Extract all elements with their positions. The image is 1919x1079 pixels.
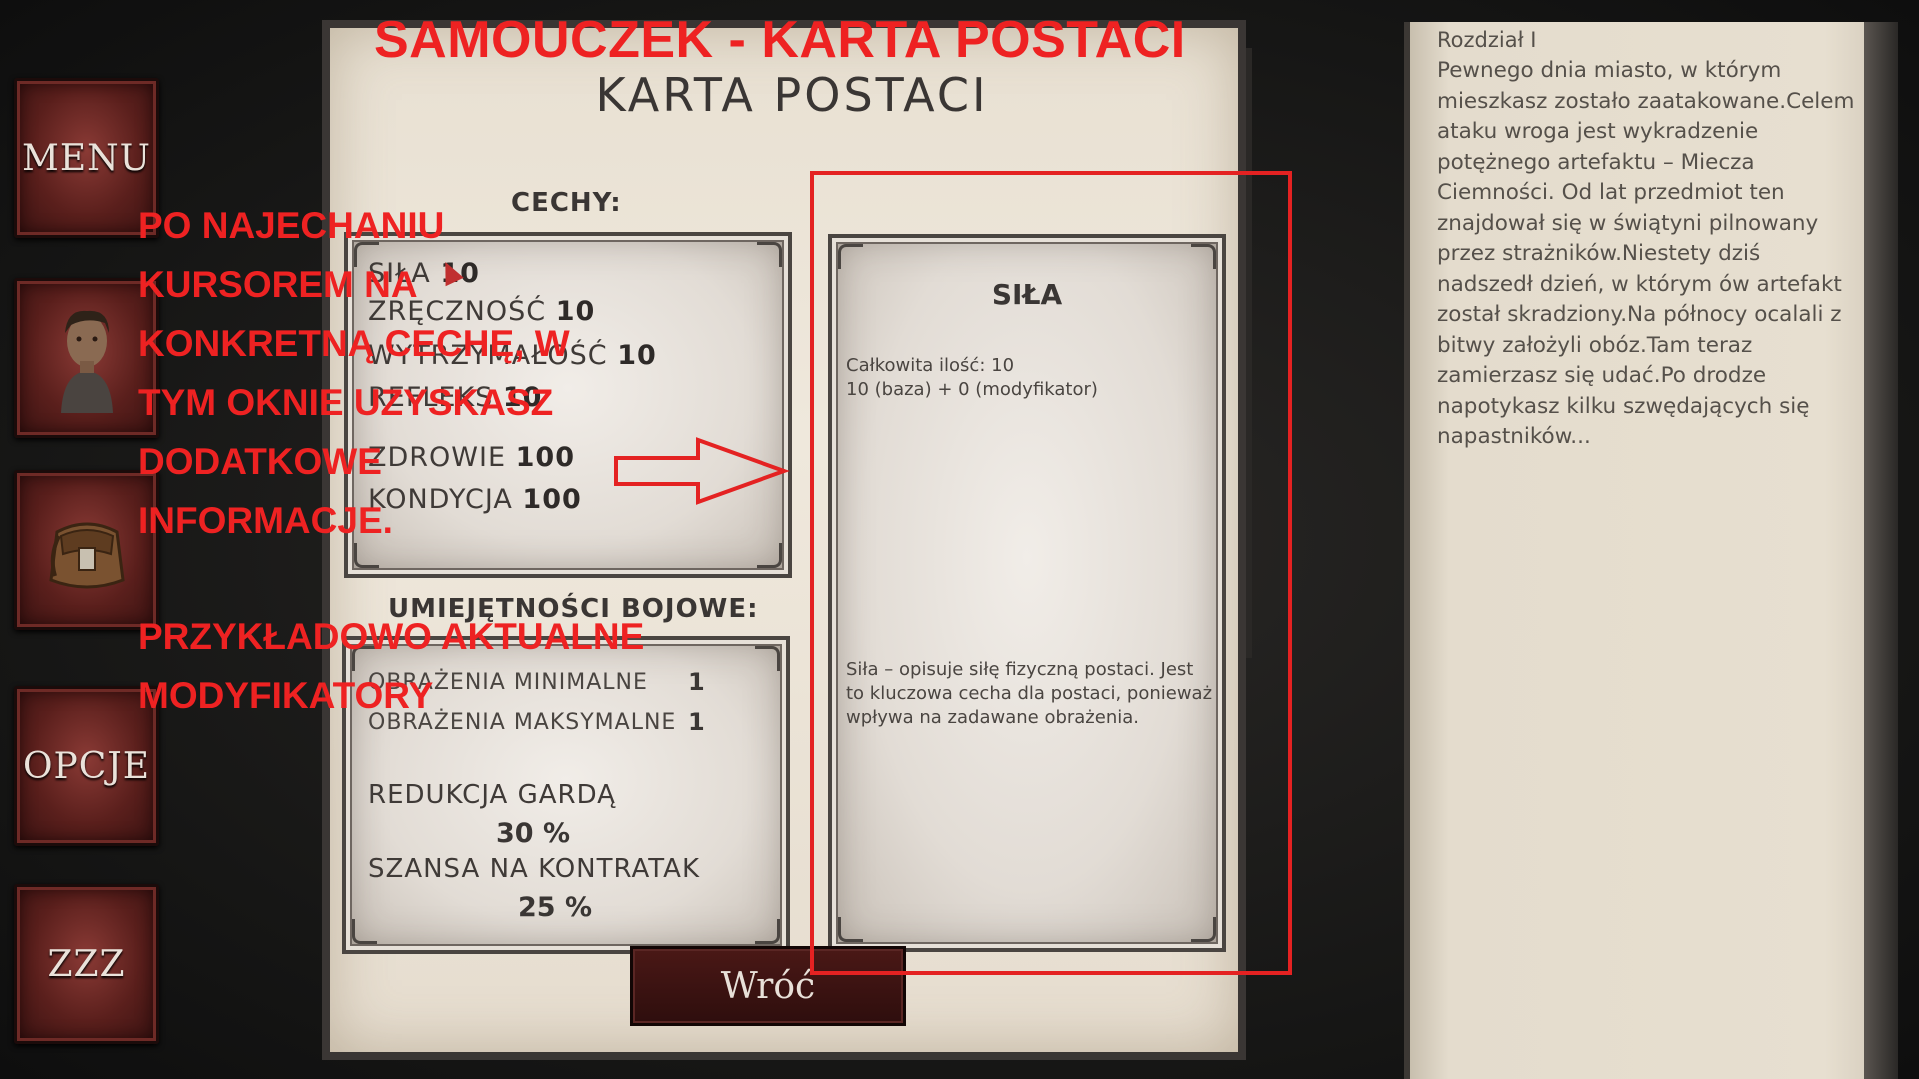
story-page-edge: [1864, 22, 1898, 1079]
guard-label: REDUKCJA GARDĄ: [368, 780, 616, 810]
story-chapter: Rozdział I: [1437, 28, 1537, 52]
rest-button[interactable]: ZZZ: [14, 884, 159, 1044]
trait-row[interactable]: KONDYCJA 100: [368, 484, 582, 515]
tutorial-line: PO NAJECHANIU: [138, 205, 445, 246]
guard-value: 30 %: [496, 818, 571, 849]
back-button-label: Wróć: [720, 965, 816, 1007]
traits-heading: CECHY:: [511, 188, 622, 218]
backpack-icon: [48, 522, 125, 589]
tutorial-line: DODATKOWE: [138, 441, 382, 482]
tutorial-highlight-frame: [810, 171, 1292, 975]
tutorial-arrow-icon: [614, 437, 790, 505]
max-damage-value: 1: [688, 708, 705, 736]
tutorial-title: SAMOUCZEK - KARTA POSTACI: [374, 11, 1186, 69]
menu-button-label: MENU: [22, 137, 151, 179]
tutorial-line: TYM OKNIE UZYSKASZ: [138, 382, 554, 423]
story-text: Pewnego dnia miasto, w którym mieszkasz …: [1437, 58, 1855, 449]
character-portrait-icon: [60, 310, 113, 413]
counter-value: 25 %: [518, 892, 593, 923]
tutorial-line: PRZYKŁADOWO AKTUALNE: [138, 616, 645, 657]
tutorial-line: KONKRETNĄ CECHĘ, W: [138, 323, 570, 364]
trait-row[interactable]: ZDROWIE 100: [368, 442, 575, 473]
options-button-label: OPCJE: [23, 745, 150, 787]
tutorial-line: INFORMACJE.: [138, 500, 393, 541]
tutorial-line: KURSOREM NA: [138, 264, 418, 305]
rest-button-label: ZZZ: [47, 943, 126, 985]
min-damage-value: 1: [688, 668, 705, 696]
panel-title: KARTA POSTACI: [595, 68, 989, 122]
tutorial-line: MODYFIKATORY: [138, 675, 434, 716]
counter-label: SZANSA NA KONTRATAK: [368, 854, 700, 884]
